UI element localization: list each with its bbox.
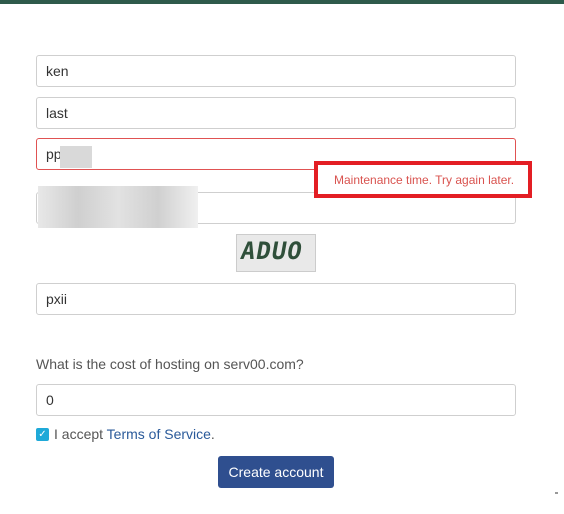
captcha-image: ADUO [236,234,316,272]
create-account-button[interactable]: Create account [218,456,334,488]
answer-field[interactable]: 0 [36,384,516,416]
first-name-field[interactable]: ken [36,55,516,87]
corner-mark [555,492,558,494]
accept-label: I accept Terms of Service. [54,426,215,442]
top-bar [0,0,564,4]
redacted-block [38,186,198,228]
terms-link[interactable]: Terms of Service [107,426,211,442]
error-tooltip: Maintenance time. Try again later. [314,161,532,198]
last-name-field[interactable]: last [36,97,516,129]
terms-checkbox[interactable]: ✓ [36,428,49,441]
error-message: Maintenance time. Try again later. [334,173,515,187]
check-icon: ✓ [38,429,47,440]
redacted-block [60,146,92,168]
captcha-text: ADUO [238,237,306,265]
security-question: What is the cost of hosting on serv00.co… [36,356,304,372]
accept-suffix: . [210,426,215,442]
accept-prefix: I accept [54,426,104,442]
captcha-input[interactable]: pxii [36,283,516,315]
